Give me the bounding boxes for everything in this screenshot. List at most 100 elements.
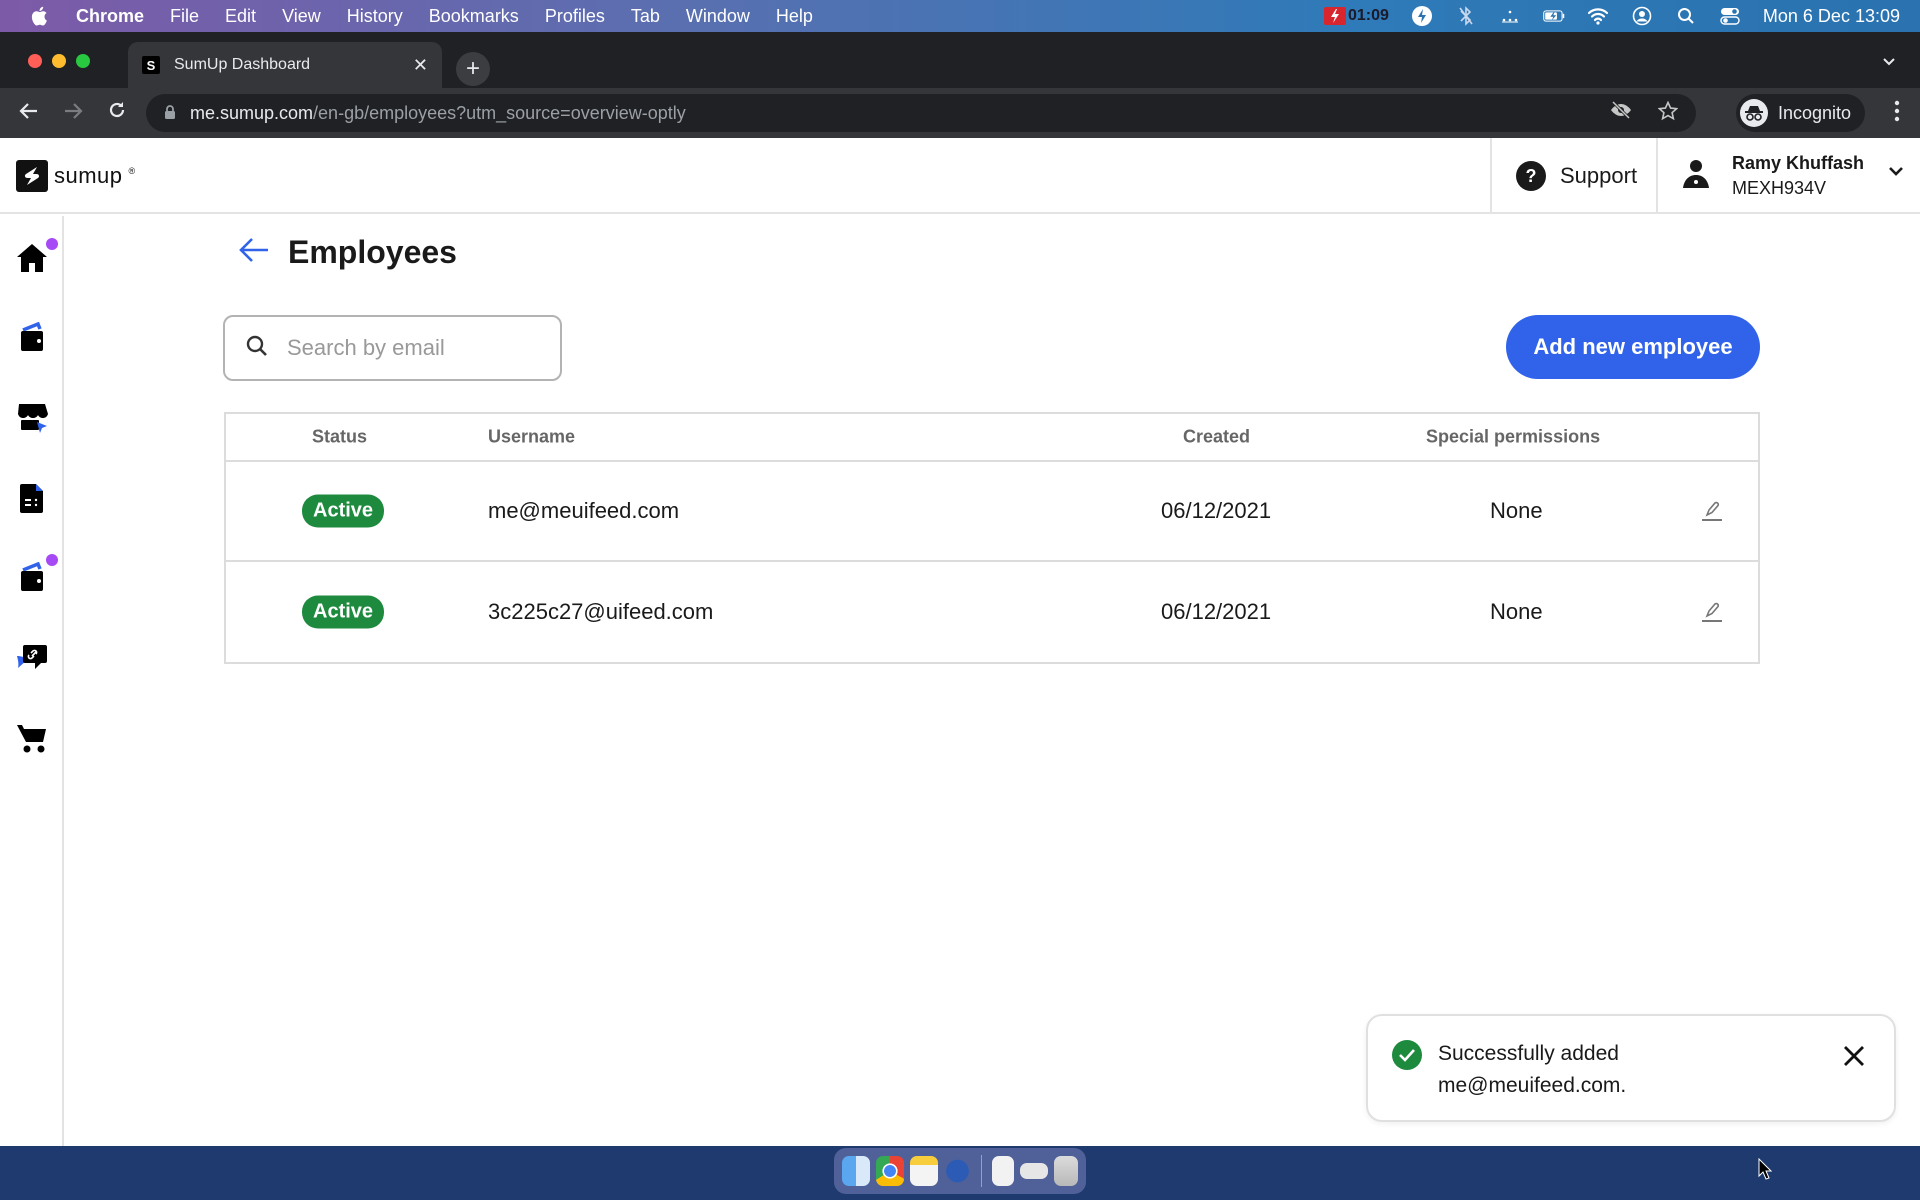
sidebar-item-shop[interactable]: [14, 720, 50, 756]
wifi-icon[interactable]: [1587, 5, 1609, 27]
url-path: /en-gb/employees?utm_source=overview-opt…: [313, 102, 686, 123]
merchant-id: MEXH934V: [1732, 178, 1827, 198]
sidebar-item-payments[interactable]: [14, 320, 50, 356]
payment-link-icon: [17, 645, 47, 669]
sumup-logo[interactable]: sumup ®: [16, 160, 135, 192]
menubar-clock[interactable]: Mon 6 Dec 13:09: [1763, 6, 1900, 27]
bluetooth-off-icon[interactable]: [1455, 5, 1477, 27]
bolt-app-dock-icon[interactable]: [943, 1156, 972, 1186]
username-cell: me@meuifeed.com: [488, 498, 680, 523]
maximize-window-button[interactable]: [76, 54, 90, 68]
back-icon[interactable]: [14, 100, 44, 126]
recording-icon: [1323, 7, 1346, 25]
created-cell: 06/12/2021: [1161, 599, 1272, 624]
column-header-status: Status: [312, 426, 368, 447]
document-icon[interactable]: [992, 1156, 1015, 1186]
incognito-profile-button[interactable]: Incognito: [1736, 94, 1866, 132]
dock-separator: [981, 1155, 983, 1187]
sidebar-item-home[interactable]: [14, 238, 58, 276]
column-header-username: Username: [488, 426, 576, 447]
user-name: Ramy Khuffash: [1732, 153, 1865, 173]
screen-recording-indicator[interactable]: 01:09: [1323, 7, 1389, 25]
macos-menubar: Chrome File Edit View History Bookmarks …: [0, 0, 1920, 32]
search-field[interactable]: [223, 315, 562, 381]
lock-icon[interactable]: [164, 104, 176, 123]
toast-message-line-2: me@meuifeed.com.: [1438, 1074, 1627, 1097]
help-question-icon: ?: [1516, 161, 1546, 191]
minimize-window-button[interactable]: [52, 54, 66, 68]
permissions-cell: None: [1490, 599, 1543, 624]
macos-dock: [834, 1148, 1086, 1194]
battery-charging-icon[interactable]: [1543, 5, 1565, 27]
sidebar-item-store[interactable]: [14, 400, 50, 436]
add-new-employee-button[interactable]: Add new employee: [1506, 315, 1760, 379]
edit-pencil-icon[interactable]: [1700, 499, 1724, 523]
spotlight-search-icon[interactable]: [1675, 5, 1697, 27]
search-input[interactable]: [287, 335, 527, 361]
browser-tab[interactable]: S SumUp Dashboard ✕: [128, 42, 442, 88]
tracking-blocked-eye-icon[interactable]: [1610, 100, 1632, 126]
permissions-cell: None: [1490, 498, 1543, 523]
apple-icon[interactable]: [28, 5, 50, 27]
menu-view[interactable]: View: [282, 6, 321, 27]
sumup-logo-mark-icon: [16, 160, 48, 192]
support-label: Support: [1560, 163, 1638, 188]
browser-menu-icon[interactable]: [1894, 100, 1900, 128]
bookmark-star-icon[interactable]: [1657, 100, 1679, 126]
toast-message: Successfully added me@meuifeed.com.: [1438, 1038, 1738, 1102]
edit-pencil-icon[interactable]: [1700, 600, 1724, 624]
menu-tab[interactable]: Tab: [631, 6, 660, 27]
cart-icon: [17, 725, 46, 753]
control-dots-icon[interactable]: [1499, 5, 1521, 27]
user-menu[interactable]: Ramy Khuffash MEXH934V: [1680, 138, 1903, 214]
table-row[interactable]: Active me@meuifeed.com 06/12/2021 None: [226, 462, 1758, 562]
tab-search-chevron-icon[interactable]: [1882, 54, 1896, 70]
chrome-icon[interactable]: [875, 1156, 904, 1186]
menu-help[interactable]: Help: [776, 6, 813, 27]
support-button[interactable]: ? Support: [1490, 138, 1658, 214]
menu-profiles[interactable]: Profiles: [545, 6, 605, 27]
close-tab-icon[interactable]: ✕: [413, 55, 428, 76]
sidebar-nav: [0, 216, 64, 1146]
browser-chrome: S SumUp Dashboard ✕ + me.sumup.com/en-gb…: [0, 32, 1920, 138]
menu-history[interactable]: History: [347, 6, 403, 27]
menu-window[interactable]: Window: [686, 6, 750, 27]
close-window-button[interactable]: [28, 54, 42, 68]
registered-mark: ®: [128, 166, 136, 176]
screenshot-thumbnail-icon[interactable]: [1020, 1163, 1049, 1179]
search-icon: [245, 334, 269, 363]
toast-message-line-1: Successfully added: [1438, 1042, 1619, 1065]
wallet-icon: [21, 562, 43, 591]
user-avatar-icon: [1680, 158, 1712, 195]
top-navigation: sumup ® ? Support Ramy Khuffash MEXH934V: [0, 138, 1920, 214]
back-arrow-icon[interactable]: [238, 236, 270, 269]
sidebar-item-payment-links[interactable]: [14, 640, 50, 676]
user-account-icon[interactable]: [1631, 5, 1653, 27]
chevron-down-icon[interactable]: [1888, 164, 1904, 182]
sidebar-item-invoices[interactable]: [14, 480, 50, 516]
notification-dot: [46, 554, 58, 566]
store-icon: [18, 404, 48, 433]
forward-icon[interactable]: [58, 100, 88, 126]
bolt-app-icon[interactable]: [1411, 5, 1433, 27]
menu-edit[interactable]: Edit: [225, 6, 256, 27]
address-bar[interactable]: me.sumup.com/en-gb/employees?utm_source=…: [146, 94, 1696, 132]
reload-icon[interactable]: [102, 100, 132, 126]
trash-icon[interactable]: [1054, 1156, 1078, 1186]
tab-title: SumUp Dashboard: [174, 56, 311, 73]
sumup-favicon: S: [142, 56, 160, 74]
column-header-created: Created: [1183, 426, 1251, 447]
incognito-icon: [1740, 99, 1768, 127]
control-center-icon[interactable]: [1719, 5, 1741, 27]
sidebar-item-wallet[interactable]: [14, 554, 58, 596]
close-toast-icon[interactable]: [1840, 1042, 1868, 1070]
finder-icon[interactable]: [842, 1156, 870, 1186]
menu-app-name[interactable]: Chrome: [76, 6, 144, 27]
menu-bookmarks[interactable]: Bookmarks: [429, 6, 519, 27]
table-row[interactable]: Active 3c225c27@uifeed.com 06/12/2021 No…: [226, 562, 1758, 662]
notes-icon[interactable]: [909, 1156, 938, 1186]
menu-file[interactable]: File: [170, 6, 199, 27]
mouse-cursor-icon: [1758, 1157, 1773, 1185]
wallet-icon: [21, 322, 43, 351]
new-tab-button[interactable]: +: [456, 52, 490, 86]
